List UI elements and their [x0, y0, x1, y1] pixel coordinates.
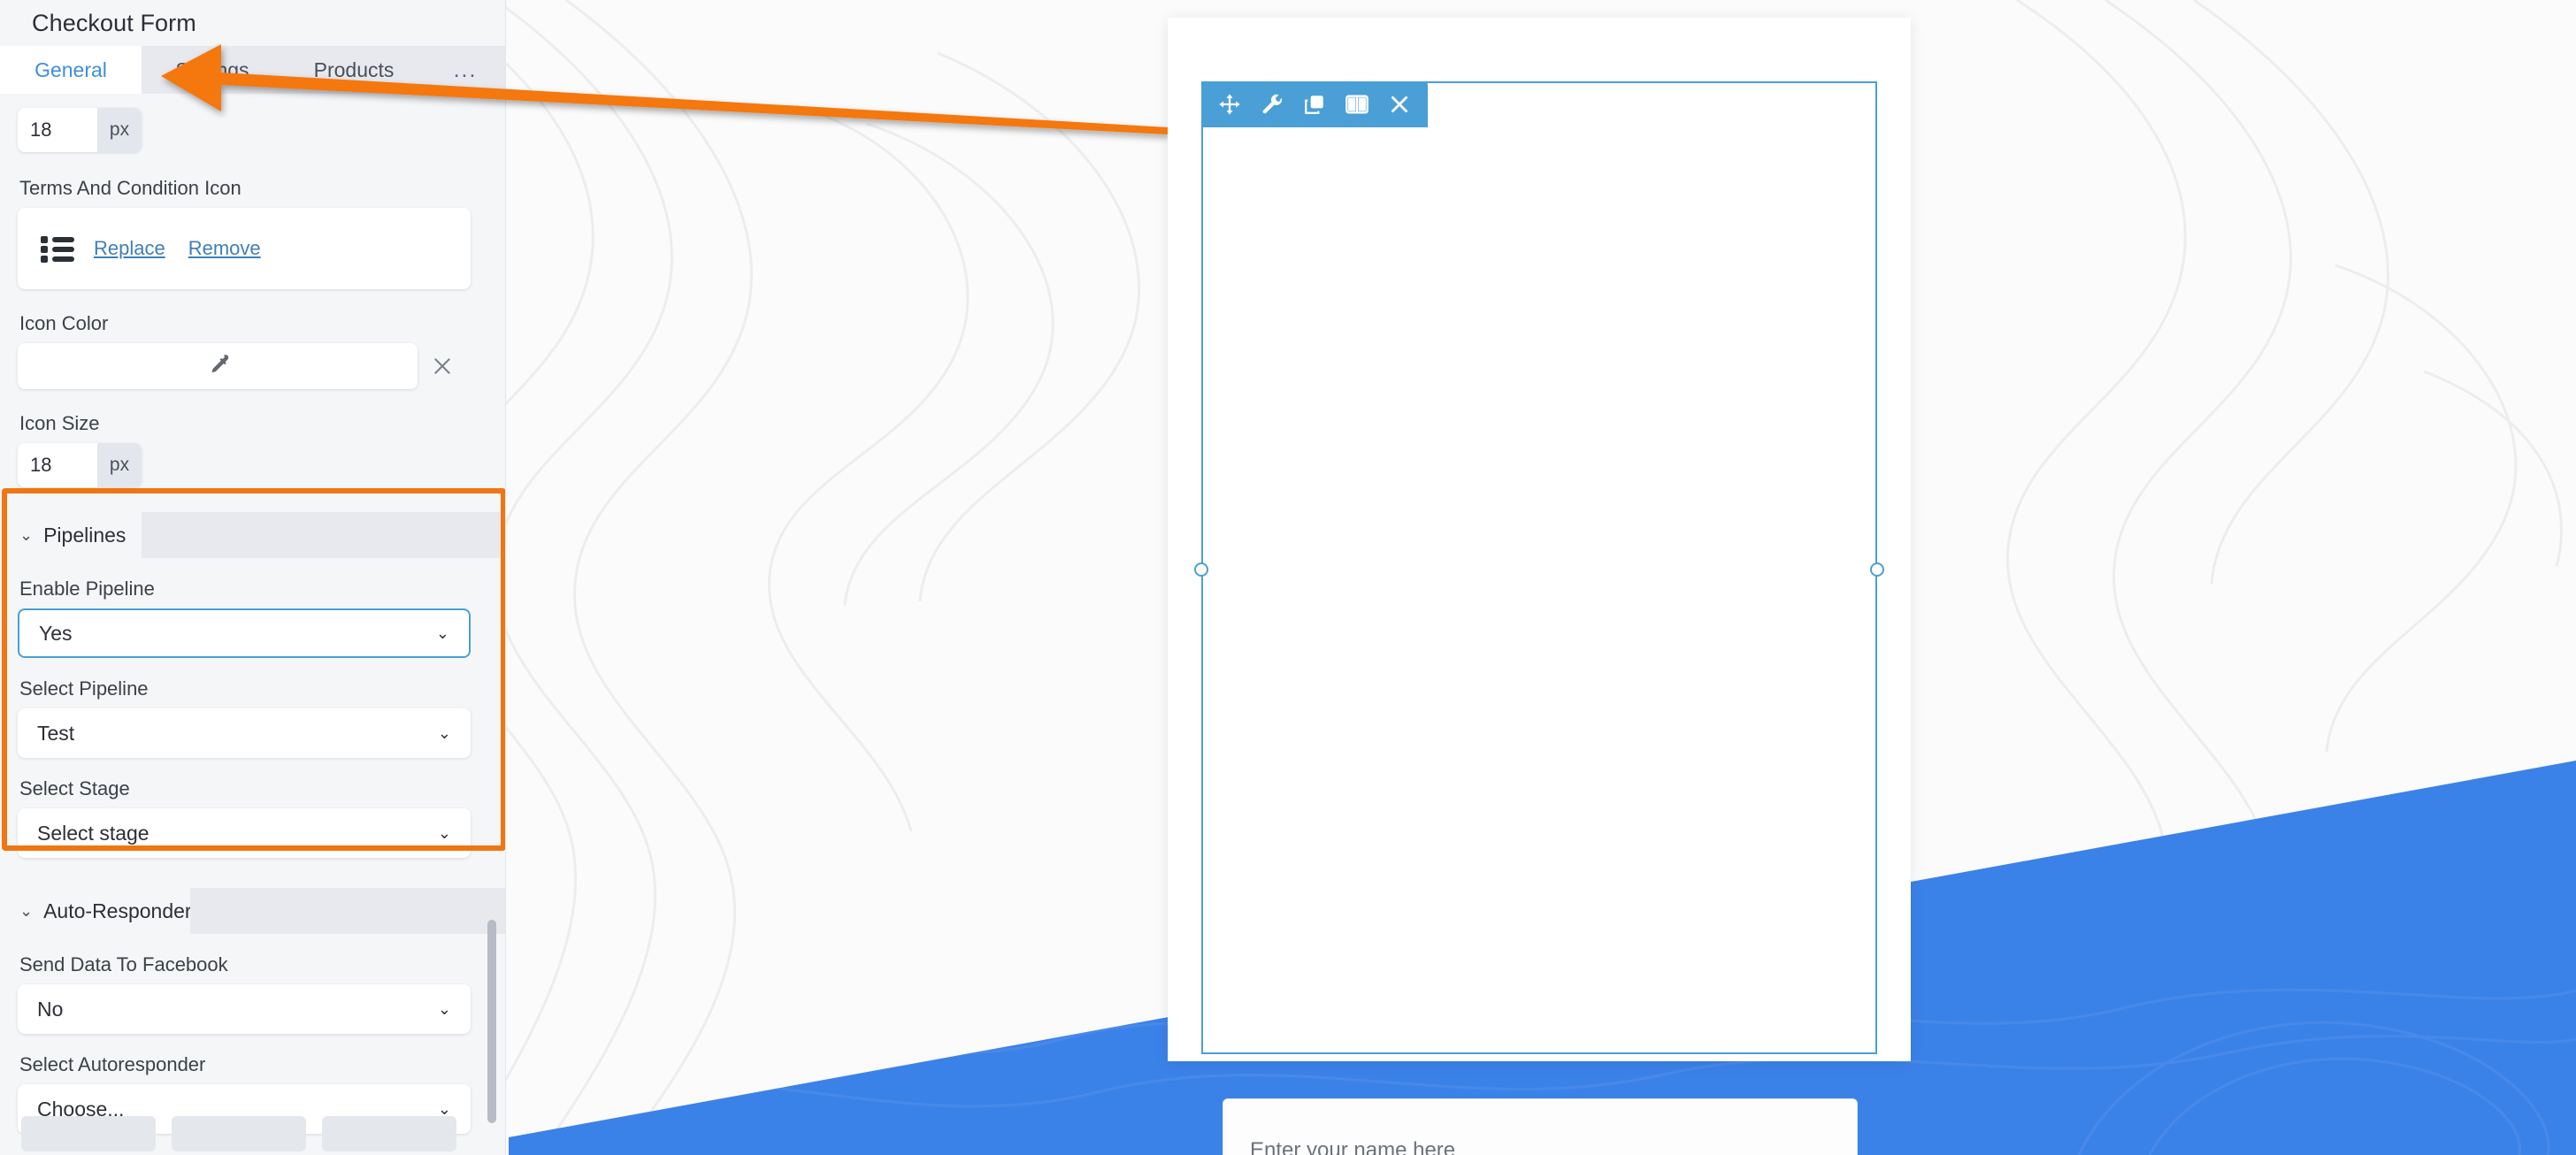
columns-icon[interactable] — [1336, 81, 1378, 127]
name-input-placeholder: Enter your name here — [1250, 1138, 1456, 1155]
font-size-input[interactable] — [18, 108, 97, 152]
close-icon[interactable] — [1378, 81, 1421, 127]
duplicate-icon[interactable] — [1293, 81, 1336, 127]
clear-color-button[interactable] — [418, 343, 467, 389]
select-pipeline-label: Select Pipeline — [19, 677, 149, 700]
resize-handle-left[interactable] — [1194, 562, 1208, 577]
eyedropper-icon — [211, 355, 229, 373]
section-header-pipelines[interactable]: ⌄ Pipelines — [0, 512, 505, 558]
chevron-down-icon: ⌄ — [19, 525, 34, 544]
icon-size-unit: px — [97, 443, 142, 487]
section-header-auto-responders[interactable]: ⌄ Auto-Responders — [0, 888, 505, 934]
enable-pipeline-value: Yes — [39, 621, 73, 645]
font-size-stepper[interactable]: px — [18, 108, 142, 152]
wrench-icon[interactable] — [1251, 81, 1293, 127]
chevron-down-icon: ⌄ — [435, 623, 449, 642]
section-header-shade — [190, 888, 505, 934]
icon-size-input[interactable] — [18, 443, 97, 487]
remove-icon-link[interactable]: Remove — [188, 237, 261, 260]
tab-general[interactable]: General — [0, 46, 142, 94]
select-stage-select[interactable]: Select stage ⌄ — [18, 808, 471, 858]
panel-footer-buttons — [0, 1116, 505, 1155]
section-title-pipelines: Pipelines — [43, 523, 126, 547]
enable-pipeline-label: Enable Pipeline — [19, 578, 155, 600]
move-icon[interactable] — [1208, 81, 1251, 127]
select-pipeline-select[interactable]: Test ⌄ — [18, 708, 471, 758]
terms-icon-card: Replace Remove — [18, 208, 471, 289]
app-root: First name Last name Email Phone Billing… — [0, 0, 2576, 1155]
icon-color-label: Icon Color — [19, 312, 109, 334]
footer-button[interactable] — [172, 1116, 306, 1151]
section-title-auto-responders: Auto-Responders — [43, 899, 203, 922]
icon-size-label: Icon Size — [19, 412, 100, 434]
settings-scroll-area: px Terms And Condition Icon Replace Remo… — [0, 94, 505, 1155]
select-pipeline-value: Test — [37, 721, 75, 745]
footer-button[interactable] — [322, 1116, 456, 1151]
icon-color-picker[interactable] — [18, 343, 418, 389]
chevron-down-icon: ⌄ — [19, 901, 34, 920]
select-stage-label: Select Stage — [19, 777, 130, 799]
name-input-below-form[interactable]: Enter your name here — [1223, 1098, 1858, 1155]
chevron-down-icon: ⌄ — [437, 823, 451, 842]
select-autoresponder-label: Select Autoresponder — [19, 1053, 206, 1075]
icon-size-stepper[interactable]: px — [18, 443, 142, 487]
select-stage-value: Select stage — [37, 821, 150, 845]
enable-pipeline-select[interactable]: Yes ⌄ — [18, 608, 471, 658]
chevron-down-icon: ⌄ — [437, 999, 451, 1018]
panel-scrollbar[interactable] — [487, 920, 496, 1123]
send-data-facebook-select[interactable]: No ⌄ — [18, 984, 471, 1034]
element-selection-outline — [1201, 81, 1877, 1054]
font-size-unit: px — [97, 108, 142, 152]
send-data-facebook-value: No — [37, 997, 64, 1021]
close-icon — [434, 358, 450, 374]
resize-handle-right[interactable] — [1870, 562, 1884, 577]
annotation-arrow — [161, 44, 1168, 134]
list-icon — [41, 235, 74, 263]
send-data-facebook-label: Send Data To Facebook — [19, 953, 228, 975]
chevron-down-icon: ⌄ — [437, 723, 451, 742]
settings-sidebar: Checkout Form General Settings Products … — [0, 0, 506, 1155]
element-edit-toolbar[interactable] — [1201, 81, 1428, 127]
section-header-shade — [142, 512, 505, 558]
replace-icon-link[interactable]: Replace — [94, 237, 165, 260]
footer-button[interactable] — [21, 1116, 156, 1151]
terms-icon-label: Terms And Condition Icon — [19, 177, 242, 199]
icon-color-row — [18, 343, 505, 389]
